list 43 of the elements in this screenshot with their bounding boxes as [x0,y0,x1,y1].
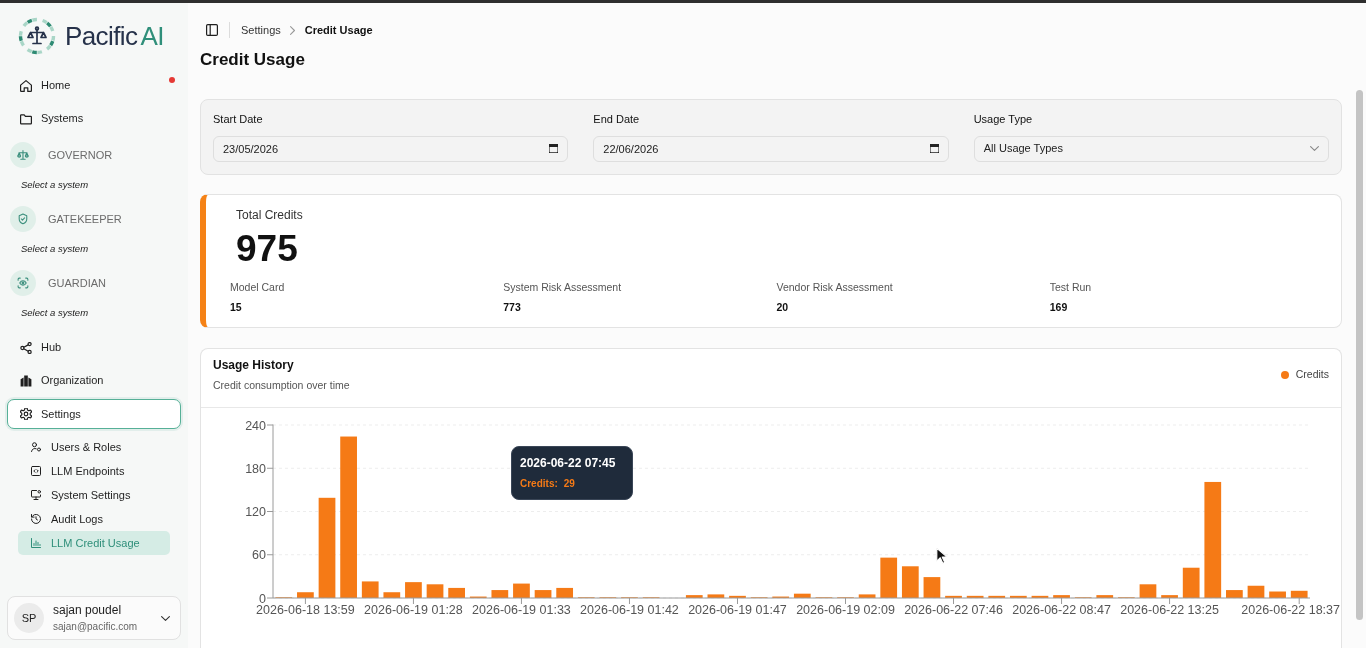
tooltip-value: 29 [563,476,575,491]
stat-value: 169 [1049,299,1068,314]
avatar-initials: SP [14,603,44,633]
y-tick-label: 180 [245,461,266,476]
breadcrumb-current: Credit Usage [304,22,373,38]
card-subtitle: Credit consumption over time [213,377,350,392]
stat-label: System Risk Assessment [503,280,622,294]
x-tick-label: 2026-06-19 01:47 [688,603,787,617]
card-title: Usage History [213,357,294,373]
x-tick-label: 2026-06-19 02:09 [796,603,895,617]
module-hint: Select a system [21,178,89,192]
stat-label: Model Card [230,280,285,294]
stat-label: Test Run [1049,280,1092,294]
logo-text: PacificAI [65,20,164,53]
x-tick-label: 2026-06-22 13:25 [1120,603,1219,617]
stat-label: Vendor Risk Assessment [776,280,893,294]
x-tick-label: 2026-06-19 01:28 [364,603,463,617]
user-email: sajan@pacific.com [53,621,138,632]
x-tick-label: 2026-06-22 08:47 [1012,603,1111,617]
x-tick-label: 2026-06-19 01:42 [580,603,679,617]
filter-label: Start Date [213,112,263,127]
module-hint: Select a system [21,242,89,256]
y-tick-label: 60 [252,548,266,563]
y-tick-label: 240 [245,418,266,433]
x-tick-label: 2026-06-18 13:59 [256,603,355,617]
user-name: sajan poudel [53,602,122,617]
total-label: Total Credits [236,206,303,223]
stat-value: 20 [776,299,789,314]
x-tick-label: 2026-06-22 18:37 [1241,603,1340,617]
tooltip-title: 2026-06-22 07:45 [520,456,616,470]
stat-value: 15 [230,299,242,314]
x-tick-label: 2026-06-19 01:33 [472,603,571,617]
tooltip-label: Credits: [520,476,558,491]
legend-label: Credits [1295,367,1329,383]
stat-value: 773 [503,299,521,314]
x-tick-label: 2026-06-22 07:46 [904,603,1003,617]
filter-label: Usage Type [973,112,1033,127]
page-title: Credit Usage [200,49,306,71]
total-value: 975 [236,229,298,269]
filter-label: End Date [593,112,640,127]
y-tick-label: 0 [259,591,266,606]
y-tick-label: 120 [245,505,266,519]
module-hint: Select a system [21,306,89,320]
